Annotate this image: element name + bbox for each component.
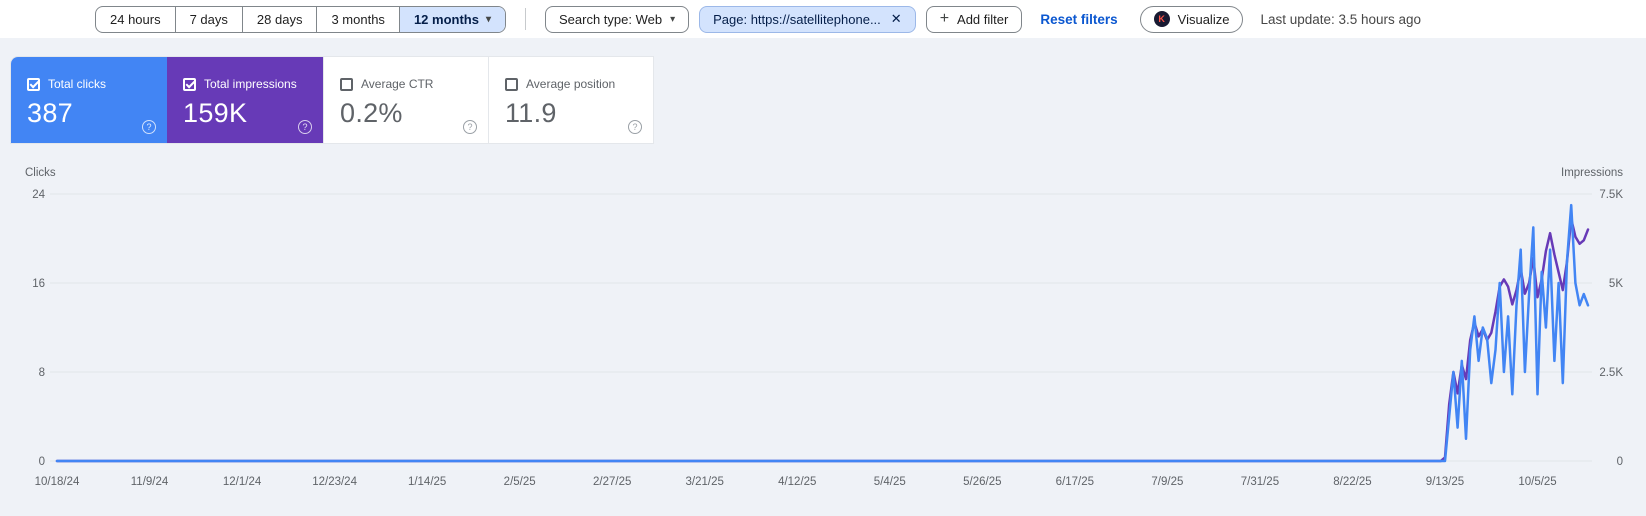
x-axis-tick-label: 12/1/24 — [223, 476, 262, 488]
x-axis-tick-label: 10/5/25 — [1518, 476, 1556, 488]
x-axis-tick-label: 12/23/24 — [312, 476, 357, 488]
right-axis-tick-label: 0 — [1617, 456, 1623, 468]
right-axis-title: Impressions — [1561, 167, 1623, 179]
x-axis-tick-label: 11/9/24 — [131, 476, 169, 488]
x-axis-tick-label: 2/27/25 — [593, 476, 631, 488]
x-axis-tick-label: 5/26/25 — [963, 476, 1001, 488]
right-axis-tick-label: 7.5K — [1599, 189, 1623, 201]
left-axis-tick-label: 16 — [32, 278, 45, 290]
x-axis-tick-label: 8/22/25 — [1333, 476, 1371, 488]
x-axis-tick-label: 7/31/25 — [1241, 476, 1279, 488]
x-axis-tick-label: 7/9/25 — [1151, 476, 1183, 488]
right-axis-tick-label: 2.5K — [1599, 367, 1623, 379]
left-axis-tick-label: 24 — [32, 189, 45, 201]
left-axis-tick-label: 8 — [39, 367, 45, 379]
performance-line-chart[interactable]: 0 0 8 2.5K 16 5K 24 7.5K Clicks Impressions 10/18/… — [0, 0, 1646, 516]
right-axis-tick-label: 5K — [1609, 278, 1623, 290]
x-axis-tick-label: 4/12/25 — [778, 476, 816, 488]
left-axis-title: Clicks — [25, 167, 56, 179]
x-axis-tick-label: 2/5/25 — [504, 476, 536, 488]
x-axis-tick-label: 6/17/25 — [1056, 476, 1094, 488]
x-axis-tick-label: 1/14/25 — [408, 476, 446, 488]
x-axis-tick-label: 10/18/24 — [35, 476, 80, 488]
series-line-clicks[interactable] — [55, 203, 1590, 463]
x-axis-tick-label: 5/4/25 — [874, 476, 906, 488]
x-axis-tick-label: 3/21/25 — [686, 476, 724, 488]
left-axis-tick-label: 0 — [39, 456, 45, 468]
x-axis-tick-label: 9/13/25 — [1426, 476, 1464, 488]
series-line-impressions[interactable] — [55, 217, 1590, 463]
